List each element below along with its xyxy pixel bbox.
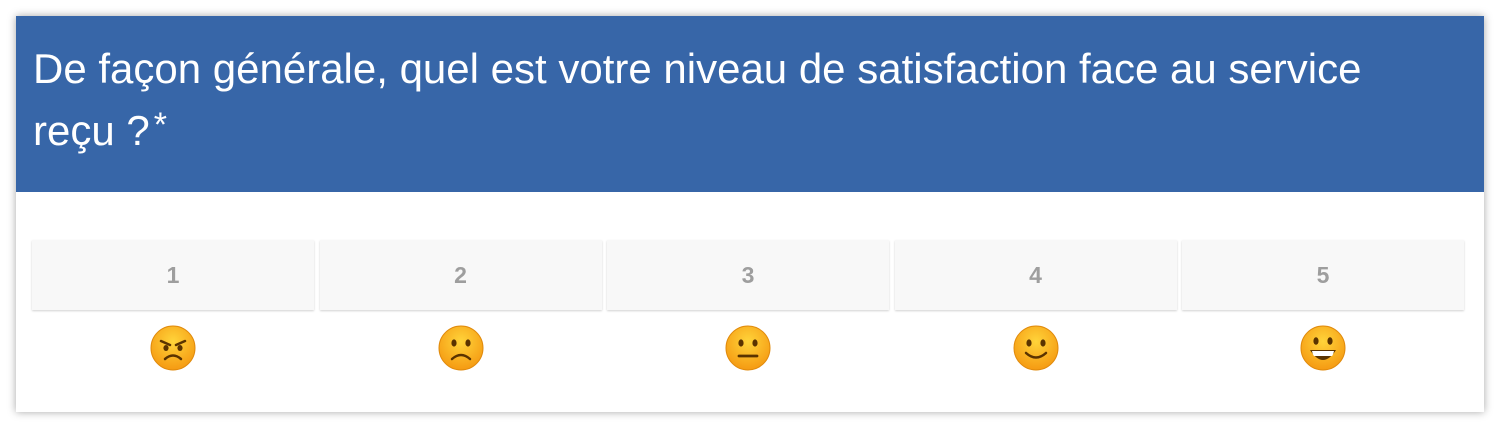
rating-option-3[interactable]: 3 <box>607 240 889 372</box>
question-text: De façon générale, quel est votre niveau… <box>33 45 1362 154</box>
rating-option-label[interactable]: 4 <box>894 240 1177 310</box>
question-card: De façon générale, quel est votre niveau… <box>16 16 1484 412</box>
rating-option-label[interactable]: 2 <box>319 240 602 310</box>
rating-option-label[interactable]: 1 <box>32 240 314 310</box>
rating-option-2[interactable]: 2 <box>319 240 602 372</box>
rating-option-label[interactable]: 5 <box>1182 240 1464 310</box>
question-header: De façon générale, quel est votre niveau… <box>16 16 1484 192</box>
slightly-frowning-face-icon <box>438 325 483 371</box>
neutral-face-icon <box>725 325 771 371</box>
rating-scale: 1 2 3 4 5 <box>32 240 1464 372</box>
rating-option-1[interactable]: 1 <box>32 240 314 372</box>
angry-face-icon <box>150 325 196 371</box>
required-marker: * <box>153 106 167 144</box>
rating-option-4[interactable]: 4 <box>894 240 1177 372</box>
rating-option-label[interactable]: 3 <box>607 240 889 310</box>
rating-option-5[interactable]: 5 <box>1182 240 1464 372</box>
slightly-smiling-face-icon <box>1013 325 1058 371</box>
question-title: De façon générale, quel est votre niveau… <box>33 38 1384 162</box>
grinning-face-icon <box>1300 325 1346 371</box>
